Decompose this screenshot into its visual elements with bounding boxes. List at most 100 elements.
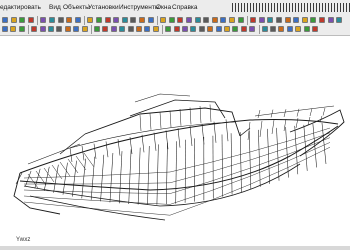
cabin-pillar <box>177 128 181 148</box>
line-icon[interactable] <box>160 17 167 23</box>
open-icon[interactable] <box>10 17 17 23</box>
model-viewport[interactable]: Yʍxz <box>0 36 350 248</box>
wire-icon[interactable] <box>301 17 308 23</box>
bulwark-post <box>257 109 261 119</box>
block-icon[interactable] <box>286 26 293 32</box>
menu-help[interactable]: Справка <box>172 4 198 11</box>
explode-icon[interactable] <box>152 26 159 32</box>
lower-hull-line <box>29 195 166 221</box>
chamfer-icon[interactable] <box>127 26 134 32</box>
hand-icon[interactable] <box>87 17 94 23</box>
ortho-icon[interactable] <box>237 17 244 23</box>
subtract-icon[interactable] <box>240 26 247 32</box>
view-iso-icon[interactable] <box>276 17 282 23</box>
arc-icon[interactable] <box>177 17 184 23</box>
save-icon[interactable] <box>18 26 25 32</box>
offset-icon[interactable] <box>110 26 117 32</box>
toolbar-separator <box>28 25 30 34</box>
extrude-icon[interactable] <box>182 26 188 32</box>
menu-objects[interactable]: Объекты <box>63 4 90 11</box>
wheelhouse-post <box>209 104 212 122</box>
view-top-icon[interactable] <box>267 17 274 23</box>
render-icon[interactable] <box>284 17 291 23</box>
hull-frame <box>43 166 50 191</box>
redo-icon[interactable] <box>74 17 81 23</box>
wheelhouse-post <box>169 110 172 128</box>
print-icon[interactable] <box>27 17 34 23</box>
axis-xz-label: ʍxz <box>20 237 31 243</box>
zoom-prev-icon[interactable] <box>130 17 137 23</box>
view-side-icon[interactable] <box>258 17 265 23</box>
zoom-all-icon[interactable] <box>121 17 128 23</box>
surface-icon[interactable] <box>165 26 172 32</box>
menu-settings[interactable]: Установки <box>88 4 119 11</box>
extend-icon[interactable] <box>102 26 109 32</box>
run-icon[interactable] <box>336 17 343 23</box>
copy-icon[interactable] <box>49 17 55 23</box>
mirror-icon[interactable] <box>64 26 71 32</box>
layer-icon[interactable] <box>31 26 38 32</box>
sweep-icon[interactable] <box>198 26 205 32</box>
shade-icon[interactable] <box>293 17 300 23</box>
hull-frame <box>166 142 168 205</box>
rotate-icon[interactable] <box>139 17 145 23</box>
fillet-icon[interactable] <box>119 26 126 32</box>
roof-rail <box>134 93 191 103</box>
open-icon[interactable] <box>10 26 17 32</box>
copy-icon[interactable] <box>39 26 46 32</box>
trim-icon[interactable] <box>94 26 100 32</box>
rotate-icon[interactable] <box>56 26 63 32</box>
zoom-window-icon[interactable] <box>113 17 120 23</box>
hull-frame <box>267 128 270 184</box>
new-icon[interactable] <box>2 26 8 32</box>
hull-frame <box>258 129 261 187</box>
zoom-out-icon[interactable] <box>104 17 111 23</box>
measure-icon[interactable] <box>194 17 201 23</box>
array-icon[interactable] <box>81 26 88 32</box>
move-icon[interactable] <box>48 26 54 32</box>
circle-icon[interactable] <box>168 17 175 23</box>
break-icon[interactable] <box>136 26 142 32</box>
text-icon[interactable] <box>270 26 276 32</box>
wheelhouse-post <box>179 108 182 126</box>
view-front-icon[interactable] <box>250 17 257 23</box>
menu-window[interactable]: Окна <box>156 4 171 11</box>
toolbar-separator <box>37 16 39 25</box>
new-icon[interactable] <box>2 17 8 23</box>
menu-edit[interactable]: едактировать <box>0 4 41 11</box>
color-icon[interactable] <box>211 17 218 23</box>
intersect-icon[interactable] <box>249 26 256 32</box>
menu-tools[interactable]: Инструменты <box>119 4 160 11</box>
join-icon[interactable] <box>144 26 151 32</box>
hatch-icon[interactable] <box>278 26 285 32</box>
select-icon[interactable] <box>319 17 325 23</box>
solid-icon[interactable] <box>173 26 180 32</box>
properties-icon[interactable] <box>327 17 334 23</box>
slice-icon[interactable] <box>224 26 230 32</box>
hull-frame <box>137 147 141 205</box>
revolve-icon[interactable] <box>190 26 197 32</box>
save-icon[interactable] <box>19 17 26 23</box>
loft-icon[interactable] <box>207 26 214 32</box>
point-icon[interactable] <box>186 17 192 23</box>
union-icon[interactable] <box>232 26 239 32</box>
insert-icon[interactable] <box>295 26 302 32</box>
pan-icon[interactable] <box>147 17 154 23</box>
menu-view[interactable]: Вид <box>49 4 61 11</box>
section-icon[interactable] <box>215 26 222 32</box>
undo-icon[interactable] <box>66 17 73 23</box>
zoom-in-icon[interactable] <box>96 17 102 23</box>
wheelhouse-post <box>149 113 152 130</box>
layer-icon[interactable] <box>203 17 210 23</box>
dimension-icon[interactable] <box>261 26 268 32</box>
cut-icon[interactable] <box>40 17 47 23</box>
grid-icon[interactable] <box>220 17 227 23</box>
paste-icon[interactable] <box>57 17 64 23</box>
hide-icon[interactable] <box>310 17 317 23</box>
hull-frame <box>90 156 96 200</box>
run-icon[interactable] <box>312 26 318 32</box>
snap-icon[interactable] <box>229 17 235 23</box>
attribute-icon[interactable] <box>303 26 310 32</box>
aft-deck-beam <box>27 173 39 189</box>
scale-icon[interactable] <box>73 26 80 32</box>
